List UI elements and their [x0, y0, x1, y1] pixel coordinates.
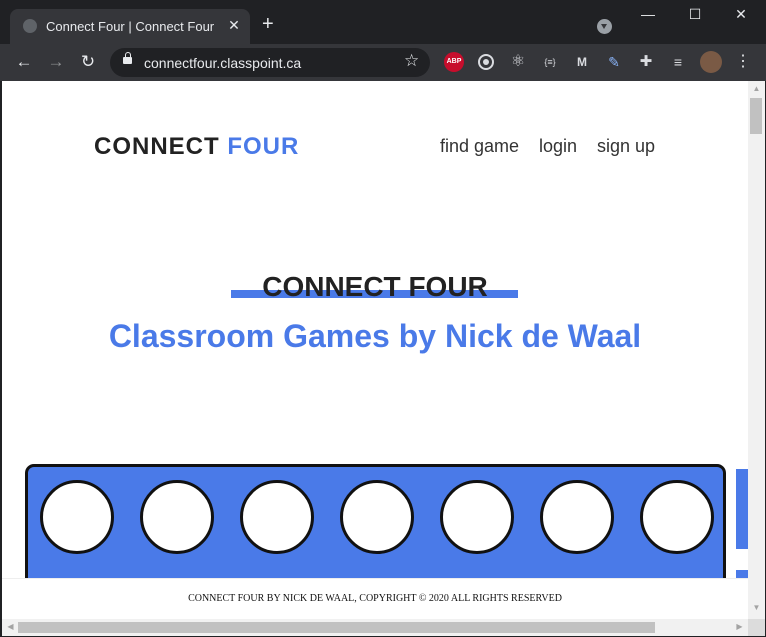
- tab-title: Connect Four | Connect Four: [46, 19, 215, 34]
- logo-part-connect: CONNECT: [94, 133, 220, 160]
- logo-part-four: FOUR: [227, 133, 300, 160]
- reload-button[interactable]: ↻: [76, 50, 100, 74]
- new-tab-button[interactable]: +: [262, 14, 274, 34]
- hero-title: CONNECT FOUR: [262, 271, 488, 302]
- scroll-left-icon[interactable]: ◀: [2, 622, 19, 631]
- side-panel-edge: [736, 469, 748, 549]
- page-footer: CONNECT FOUR BY NICK DE WAAL, COPYRIGHT …: [2, 578, 748, 619]
- site-logo[interactable]: CONNECT FOUR: [94, 133, 299, 161]
- tab-strip: Connect Four | Connect Four ✕ + — ☐ ✕: [0, 0, 766, 44]
- bookmark-star-icon[interactable]: ☆: [404, 51, 419, 71]
- profile-avatar[interactable]: [700, 51, 722, 73]
- board-cell[interactable]: [140, 480, 214, 554]
- browser-menu-icon[interactable]: ⋮: [733, 52, 753, 72]
- board-cell[interactable]: [540, 480, 614, 554]
- minimize-button[interactable]: —: [636, 6, 660, 26]
- hero-subtitle: Classroom Games by Nick de Waal: [108, 318, 642, 354]
- board-cell[interactable]: [640, 480, 714, 554]
- globe-icon: [23, 19, 37, 33]
- browser-toolbar: ← → ↻ connectfour.classpoint.ca ☆ ABP ⚛ …: [0, 44, 766, 81]
- maximize-button[interactable]: ☐: [683, 6, 707, 26]
- scroll-right-icon[interactable]: ▶: [731, 622, 748, 631]
- horizontal-scroll-thumb[interactable]: [18, 622, 655, 633]
- board-cell[interactable]: [340, 480, 414, 554]
- vertical-scroll-thumb[interactable]: [750, 98, 762, 134]
- json-extension-icon[interactable]: {≡}: [540, 52, 560, 72]
- horizontal-scrollbar[interactable]: ◀ ▶: [2, 619, 748, 636]
- board-cell[interactable]: [40, 480, 114, 554]
- url-text[interactable]: connectfour.classpoint.ca: [144, 55, 301, 71]
- media-control-icon[interactable]: ≡: [668, 52, 688, 72]
- scroll-down-icon[interactable]: ▼: [748, 603, 765, 612]
- page-viewport: CONNECT FOUR find game login sign up CON…: [2, 81, 748, 619]
- board-cell[interactable]: [440, 480, 514, 554]
- footer-copyright: CONNECT FOUR BY NICK DE WAAL, COPYRIGHT …: [188, 593, 562, 604]
- back-button[interactable]: ←: [12, 50, 36, 74]
- address-bar[interactable]: connectfour.classpoint.ca ☆: [110, 48, 430, 77]
- react-devtools-icon[interactable]: ⚛: [508, 52, 528, 72]
- extensions-puzzle-icon[interactable]: ✚: [636, 52, 656, 72]
- nav-login[interactable]: login: [539, 136, 577, 157]
- nav-sign-up[interactable]: sign up: [597, 136, 655, 157]
- board-cell[interactable]: [240, 480, 314, 554]
- scrollbar-corner: [748, 619, 765, 636]
- scroll-up-icon[interactable]: ▲: [748, 84, 765, 93]
- browser-tab[interactable]: Connect Four | Connect Four ✕: [10, 9, 250, 44]
- tab-search-icon[interactable]: [597, 19, 612, 34]
- lock-icon: [123, 52, 132, 64]
- pen-extension-icon[interactable]: ✎: [604, 52, 624, 72]
- close-tab-icon[interactable]: ✕: [226, 17, 242, 34]
- adblock-plus-icon[interactable]: ABP: [444, 52, 464, 72]
- nav-find-game[interactable]: find game: [440, 136, 519, 157]
- target-extension-icon[interactable]: [476, 52, 496, 72]
- vertical-scrollbar[interactable]: ▲ ▼: [748, 81, 765, 619]
- forward-button[interactable]: →: [44, 50, 68, 74]
- m-extension-icon[interactable]: M: [572, 52, 592, 72]
- close-window-button[interactable]: ✕: [729, 6, 753, 26]
